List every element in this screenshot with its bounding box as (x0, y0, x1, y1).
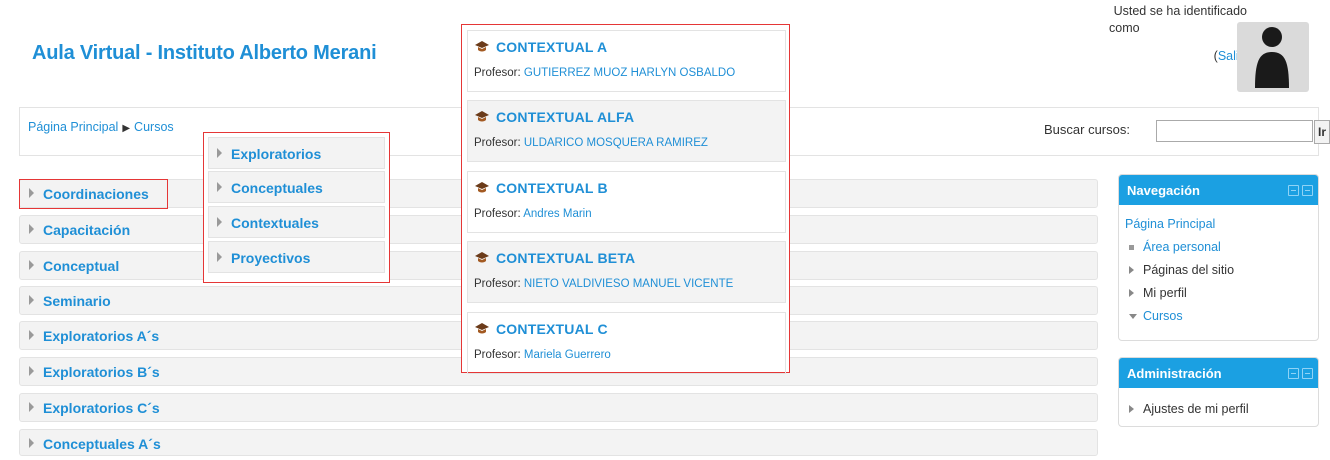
login-info: Usted se ha identificado como (Salir) (1062, 4, 1247, 63)
expand-triangle-icon (1129, 266, 1134, 274)
breadcrumb: Página Principal ▶ Cursos (28, 120, 174, 134)
expand-triangle-icon (217, 182, 222, 192)
teacher-link[interactable]: NIETO VALDIVIESO MANUEL VICENTE (524, 278, 733, 290)
expand-triangle-icon (29, 366, 34, 376)
graduation-cap-icon (475, 111, 489, 122)
course-item[interactable]: CONTEXTUAL ALFA Profesor: ULDARICO MOSQU… (467, 100, 786, 162)
login-text-como: como (1109, 21, 1140, 35)
teacher-label: Profesor: (474, 208, 521, 220)
nav-home[interactable]: Página Principal (1125, 217, 1215, 231)
page: Aula Virtual - Instituto Alberto Merani … (0, 0, 1330, 460)
teacher-link[interactable]: ULDARICO MOSQUERA RAMIREZ (524, 137, 708, 149)
expand-triangle-icon (217, 217, 222, 227)
category-label[interactable]: Exploratorios C´s (43, 400, 160, 416)
subcategory-item[interactable]: Proyectivos (208, 241, 385, 273)
site-title[interactable]: Aula Virtual - Instituto Alberto Merani (32, 42, 377, 65)
category-label[interactable]: Exploratorios A´s (43, 328, 159, 344)
graduation-cap-icon (475, 182, 489, 193)
teacher-label: Profesor: (474, 137, 521, 149)
course-title[interactable]: CONTEXTUAL ALFA (496, 109, 634, 125)
category-label[interactable]: Conceptual (43, 258, 119, 274)
subcategory-item[interactable]: Exploratorios (208, 137, 385, 169)
subcategory-item[interactable]: Contextuales (208, 206, 385, 238)
nav-item-area-personal[interactable]: Área personal (1129, 240, 1221, 254)
admin-item-ajustes-perfil[interactable]: Ajustes de mi perfil (1129, 402, 1249, 416)
user-avatar[interactable] (1237, 22, 1309, 92)
graduation-cap-icon (475, 252, 489, 263)
nav-item-paginas-sitio[interactable]: Páginas del sitio (1129, 263, 1234, 277)
dock-icon[interactable] (1288, 185, 1299, 196)
graduation-cap-icon (475, 323, 489, 334)
search-button[interactable]: Ir (1314, 120, 1330, 144)
expand-triangle-icon (29, 438, 34, 448)
user-silhouette-icon (1255, 27, 1289, 88)
collapse-icon[interactable] (1302, 185, 1313, 196)
breadcrumb-separator-icon: ▶ (122, 123, 131, 134)
subcategory-label[interactable]: Contextuales (231, 215, 319, 231)
bullet-square-icon (1129, 245, 1134, 250)
teacher-label: Profesor: (474, 67, 521, 79)
course-title[interactable]: CONTEXTUAL B (496, 180, 608, 196)
expand-triangle-icon (1129, 405, 1134, 413)
subcategory-item[interactable]: Conceptuales (208, 171, 385, 203)
course-teacher: Profesor: GUTIERREZ MUOZ HARLYN OSBALDO (474, 67, 735, 79)
search-label: Buscar cursos: (1044, 122, 1130, 137)
administration-title: Administración (1127, 366, 1222, 381)
course-search: Buscar cursos: Ir (1044, 120, 1330, 144)
category-label[interactable]: Exploratorios B´s (43, 364, 160, 380)
breadcrumb-home[interactable]: Página Principal (28, 120, 118, 134)
teacher-label: Profesor: (474, 349, 521, 361)
category-label[interactable]: Conceptuales A´s (43, 436, 161, 452)
course-item[interactable]: CONTEXTUAL A Profesor: GUTIERREZ MUOZ HA… (467, 30, 786, 92)
course-title[interactable]: CONTEXTUAL A (496, 39, 607, 55)
collapse-triangle-icon (1129, 314, 1137, 319)
nav-item-cursos[interactable]: Cursos (1129, 309, 1183, 323)
expand-triangle-icon (29, 402, 34, 412)
subcategory-label[interactable]: Proyectivos (231, 250, 310, 266)
expand-triangle-icon (29, 260, 34, 270)
course-list-panel: CONTEXTUAL A Profesor: GUTIERREZ MUOZ HA… (461, 24, 790, 374)
dock-icon[interactable] (1288, 368, 1299, 379)
category-label[interactable]: Capacitación (43, 222, 130, 238)
graduation-cap-icon (475, 41, 489, 52)
course-teacher: Profesor: ULDARICO MOSQUERA RAMIREZ (474, 137, 708, 149)
expand-triangle-icon (217, 148, 222, 158)
teacher-link[interactable]: Mariela Guerrero (524, 349, 611, 361)
expand-triangle-icon (29, 330, 34, 340)
course-item[interactable]: CONTEXTUAL B Profesor: Andres Marin (467, 171, 786, 233)
course-teacher: Profesor: NIETO VALDIVIESO MANUEL VICENT… (474, 278, 733, 290)
teacher-link[interactable]: GUTIERREZ MUOZ HARLYN OSBALDO (524, 67, 735, 79)
login-text: Usted se ha identificado (1113, 4, 1247, 18)
collapse-icon[interactable] (1302, 368, 1313, 379)
course-teacher: Profesor: Andres Marin (474, 208, 592, 220)
navigation-title: Navegación (1127, 183, 1200, 198)
navigation-block: Navegación Página Principal Área persona… (1118, 174, 1319, 341)
administration-block: Administración Ajustes de mi perfil (1118, 357, 1319, 427)
category-row[interactable]: Exploratorios C´s (19, 393, 1098, 422)
course-teacher: Profesor: Mariela Guerrero (474, 349, 611, 361)
highlight-box-coordinaciones (19, 179, 168, 209)
course-item[interactable]: CONTEXTUAL BETA Profesor: NIETO VALDIVIE… (467, 241, 786, 303)
course-item[interactable]: CONTEXTUAL C Profesor: Mariela Guerrero (467, 312, 786, 374)
expand-triangle-icon (29, 295, 34, 305)
nav-item-mi-perfil[interactable]: Mi perfil (1129, 286, 1187, 300)
category-label[interactable]: Seminario (43, 293, 111, 309)
expand-triangle-icon (29, 224, 34, 234)
navigation-block-header: Navegación (1119, 175, 1318, 205)
subcategory-label[interactable]: Conceptuales (231, 180, 323, 196)
expand-triangle-icon (217, 252, 222, 262)
expand-triangle-icon (1129, 289, 1134, 297)
teacher-label: Profesor: (474, 278, 521, 290)
teacher-link[interactable]: Andres Marin (523, 208, 591, 220)
search-input[interactable] (1156, 120, 1313, 142)
administration-block-header: Administración (1119, 358, 1318, 388)
category-row[interactable]: Conceptuales A´s (19, 429, 1098, 456)
course-title[interactable]: CONTEXTUAL C (496, 321, 608, 337)
subcategory-menu: Exploratorios Conceptuales Contextuales … (203, 132, 390, 283)
subcategory-label[interactable]: Exploratorios (231, 146, 321, 162)
course-title[interactable]: CONTEXTUAL BETA (496, 250, 635, 266)
breadcrumb-current[interactable]: Cursos (134, 120, 174, 134)
